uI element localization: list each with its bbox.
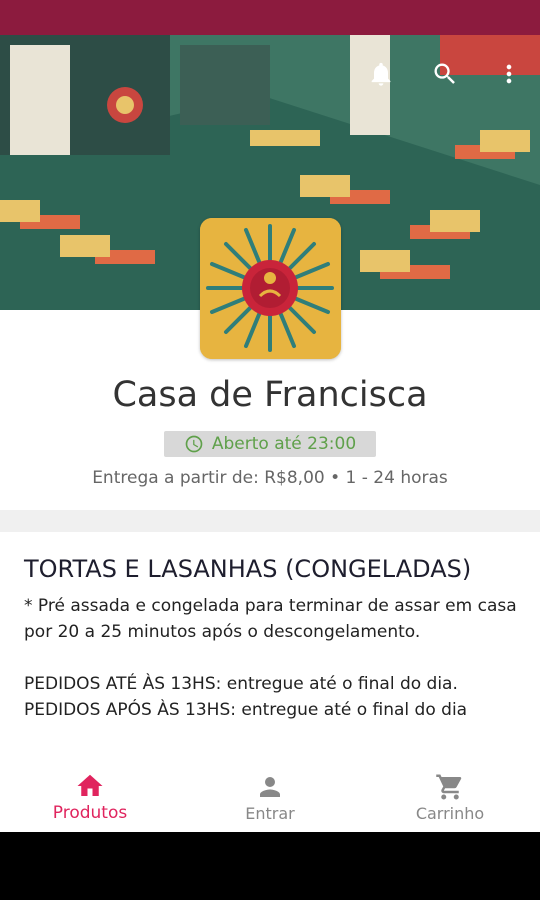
cart-icon xyxy=(436,774,462,799)
bell-icon[interactable] xyxy=(364,57,398,91)
section-divider xyxy=(0,510,540,532)
status-bar xyxy=(0,0,540,35)
header-actions xyxy=(364,57,526,91)
more-vert-icon[interactable] xyxy=(492,57,526,91)
person-icon xyxy=(260,776,280,797)
store-name: Casa de Francisca xyxy=(112,375,428,415)
home-icon xyxy=(77,774,103,796)
open-status-text: Aberto até 23:00 xyxy=(211,434,357,454)
open-status-badge: Aberto até 23:00 xyxy=(164,431,376,457)
delivery-info: Entrega a partir de: R$8,00 • 1 - 24 hor… xyxy=(92,468,448,488)
clock-icon xyxy=(185,435,203,453)
nav-products-label: Produtos xyxy=(52,803,128,823)
nav-login-label: Entrar xyxy=(245,803,295,823)
section-description: * Pré assada e congelada para terminar d… xyxy=(24,596,517,720)
nav-cart[interactable]: Carrinho xyxy=(360,762,540,832)
nav-cart-label: Carrinho xyxy=(415,803,485,823)
nav-products[interactable]: Produtos xyxy=(0,762,180,832)
bottom-navigation: Produtos Entrar Carrinho xyxy=(0,762,540,832)
nav-login[interactable]: Entrar xyxy=(180,762,360,832)
product-section: TORTAS E LASANHAS (CONGELADAS) * Pré ass… xyxy=(24,553,524,723)
store-logo xyxy=(200,218,341,359)
app-screen: Casa de Francisca Aberto até 23:00 Entre… xyxy=(0,35,540,832)
section-title: TORTAS E LASANHAS (CONGELADAS) xyxy=(24,555,472,583)
search-icon[interactable] xyxy=(428,57,462,91)
